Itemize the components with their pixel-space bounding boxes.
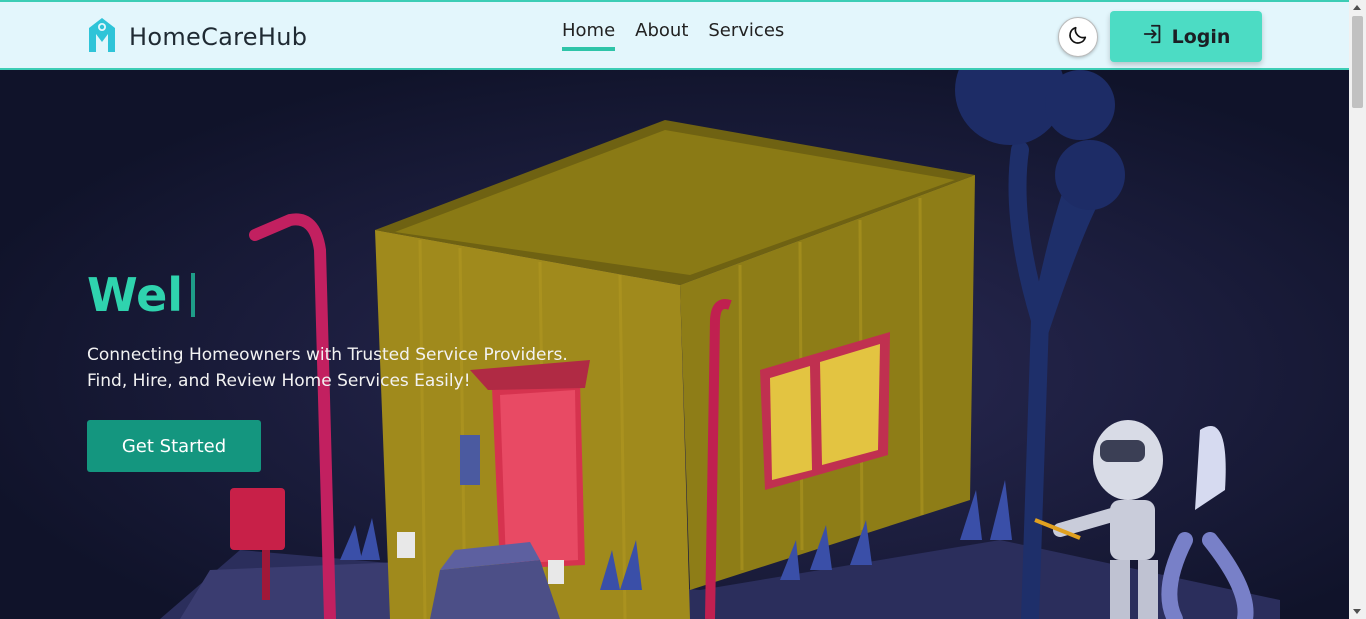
- hero-section: Wel Connecting Homeowners with Trusted S…: [0, 70, 1349, 619]
- typing-caret: [191, 273, 196, 317]
- tagline-line-2: Find, Hire, and Review Home Services Eas…: [87, 371, 471, 391]
- login-button[interactable]: Login: [1110, 11, 1262, 62]
- hero-typed-heading: Wel: [87, 268, 196, 322]
- page-scrollbar[interactable]: [1349, 0, 1366, 619]
- hero-tagline: Connecting Homeowners with Trusted Servi…: [87, 342, 568, 394]
- nav-home[interactable]: Home: [562, 20, 616, 51]
- nav-links: Home About Services: [562, 20, 784, 51]
- scroll-down-arrow-icon[interactable]: [1353, 609, 1361, 614]
- moon-icon: [1067, 24, 1089, 50]
- scroll-up-arrow-icon[interactable]: [1353, 5, 1361, 10]
- brand[interactable]: HomeCareHub: [87, 16, 307, 58]
- brand-title: HomeCareHub: [129, 23, 308, 51]
- login-label: Login: [1171, 25, 1231, 48]
- home-logo-icon: [87, 16, 117, 58]
- get-started-button[interactable]: Get Started: [87, 420, 261, 472]
- typed-text: Wel: [87, 268, 184, 322]
- tagline-line-1: Connecting Homeowners with Trusted Servi…: [87, 345, 568, 365]
- navbar: HomeCareHub Home About Services Login: [0, 0, 1349, 70]
- nav-about[interactable]: About: [635, 20, 688, 51]
- nav-services[interactable]: Services: [708, 20, 784, 51]
- theme-toggle-button[interactable]: [1058, 17, 1098, 57]
- scrollbar-thumb[interactable]: [1352, 16, 1363, 108]
- login-icon: [1142, 23, 1164, 50]
